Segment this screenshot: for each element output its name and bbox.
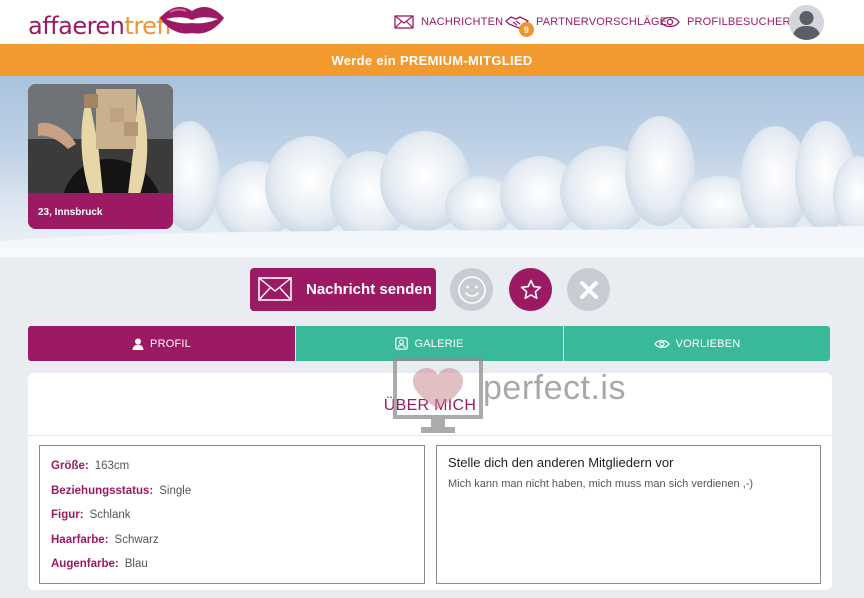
- nav-messages[interactable]: NACHRICHTEN: [394, 0, 503, 44]
- tab-profil[interactable]: PROFIL: [28, 326, 295, 361]
- tab-vorlieben-label: VORLIEBEN: [675, 337, 741, 350]
- envelope-icon: [394, 15, 414, 29]
- premium-banner[interactable]: Werde ein PREMIUM-MITGLIED: [0, 44, 864, 76]
- nav-partner-suggestions[interactable]: 9 PARTNERVORSCHLÄGE: [505, 0, 667, 44]
- fact-row: Haarfarbe: Schwarz: [51, 528, 413, 553]
- intro-heading: Stelle dich den anderen Mitgliedern vor: [448, 455, 674, 470]
- fact-value: Schwarz: [114, 533, 159, 546]
- about-card: ÜBER MICH Größe: 163cm Beziehungsstatus:…: [28, 373, 832, 590]
- fact-value: Schlank: [89, 509, 131, 522]
- close-icon: [579, 280, 598, 299]
- tab-galerie[interactable]: GALERIE: [296, 326, 563, 361]
- fact-row: Beziehungsstatus: Single: [51, 479, 413, 504]
- nav-profile-visitors[interactable]: PROFILBESUCHER: [660, 0, 791, 44]
- user-silhouette-icon: [789, 5, 824, 40]
- send-message-label: Nachricht senden: [306, 281, 432, 298]
- suggestions-badge: 9: [519, 22, 534, 37]
- eye-icon: [660, 16, 680, 28]
- fact-label: Figur:: [51, 509, 84, 522]
- fact-row: Augenfarbe: Blau: [51, 552, 413, 577]
- fact-value: 163cm: [94, 460, 130, 473]
- about-title: ÜBER MICH: [383, 397, 477, 414]
- divider: [28, 435, 832, 436]
- intro-text: Mich kann man nicht haben, mich muss man…: [448, 478, 754, 490]
- premium-text-plain: Werde ein: [331, 52, 400, 68]
- tab-galerie-label: GALERIE: [414, 337, 464, 350]
- brand-logo[interactable]: affaerentreff: [28, 2, 224, 42]
- fact-value: Single: [159, 484, 192, 497]
- lips-icon: [160, 6, 224, 34]
- tab-vorlieben[interactable]: VORLIEBEN: [564, 326, 830, 361]
- star-icon: [520, 279, 541, 299]
- nav-visitors-label: PROFILBESUCHER: [687, 16, 791, 28]
- portrait-icon: [395, 337, 409, 350]
- dismiss-button[interactable]: [567, 268, 610, 311]
- user-icon: [132, 338, 144, 350]
- fact-label: Größe:: [51, 460, 89, 473]
- favorite-button[interactable]: [509, 268, 552, 311]
- fact-value: Blau: [124, 558, 148, 571]
- intro-box: Stelle dich den anderen Mitgliedern vor …: [436, 445, 821, 584]
- smile-button[interactable]: [450, 268, 493, 311]
- envelope-icon: [258, 277, 292, 301]
- premium-text-bold: PREMIUM-MITGLIED: [399, 52, 533, 68]
- fact-label: Beziehungsstatus:: [51, 484, 154, 497]
- user-avatar[interactable]: [789, 5, 824, 40]
- top-header: affaerentreff NACHRICHTEN 9 PARTNERVORSC…: [0, 0, 864, 44]
- nav-suggestions-label: PARTNERVORSCHLÄGE: [536, 16, 668, 28]
- fact-row: Figur: Schlank: [51, 503, 413, 528]
- fact-label: Augenfarbe:: [51, 558, 119, 571]
- fact-label: Haarfarbe:: [51, 533, 109, 546]
- profile-caption: 23, Innsbruck: [28, 193, 173, 229]
- fact-row: Größe: 163cm: [51, 454, 413, 479]
- smiley-icon: [457, 275, 486, 304]
- logo-wordmark: affaerentreff: [28, 12, 173, 40]
- nav-messages-label: NACHRICHTEN: [421, 16, 504, 28]
- send-message-button[interactable]: Nachricht senden: [250, 268, 436, 311]
- facts-box: Größe: 163cm Beziehungsstatus: Single Fi…: [39, 445, 425, 584]
- tab-profil-label: PROFIL: [150, 337, 191, 350]
- eye-icon: [653, 339, 670, 348]
- profile-photo[interactable]: 23, Innsbruck: [28, 84, 173, 229]
